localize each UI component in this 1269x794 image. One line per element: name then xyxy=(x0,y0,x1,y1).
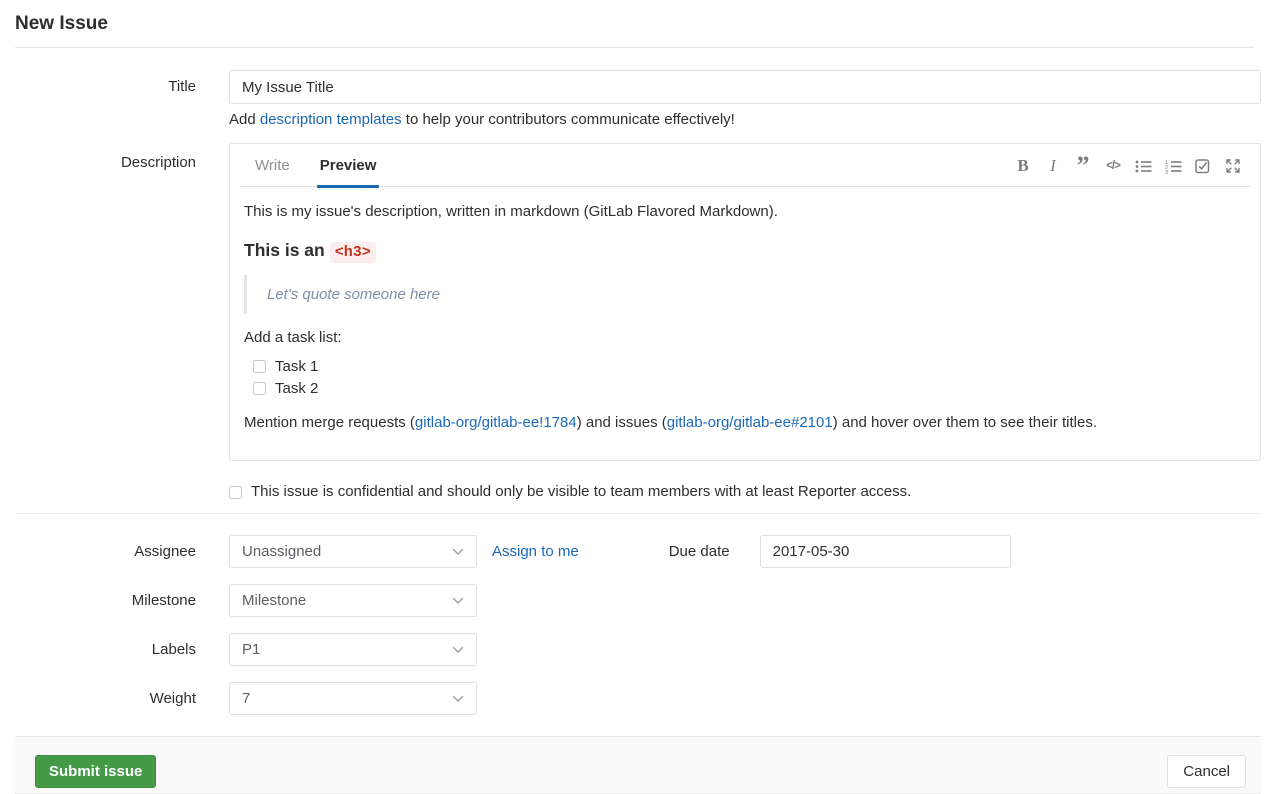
labels-row: Labels P1 xyxy=(15,633,1261,666)
assign-to-me-link[interactable]: Assign to me xyxy=(492,543,579,560)
editor-tabs: Write Preview xyxy=(240,144,391,186)
description-templates-link[interactable]: description templates xyxy=(260,111,402,128)
due-date-input[interactable] xyxy=(760,535,1011,568)
new-issue-form: Title Add description templates to help … xyxy=(15,48,1261,715)
description-row: Description Write Preview B I ” </> xyxy=(15,143,1261,461)
assignee-dropdown-value: Unassigned xyxy=(242,543,321,560)
chevron-down-icon xyxy=(452,646,464,654)
title-input[interactable] xyxy=(229,70,1261,104)
form-actions-footer: Submit issue Cancel xyxy=(15,736,1261,794)
code-icon[interactable]: </> xyxy=(1104,157,1122,175)
preview-blockquote: Let's quote someone here xyxy=(244,275,1246,314)
cancel-button[interactable]: Cancel xyxy=(1167,755,1246,788)
task-item: Task 2 xyxy=(253,378,1246,400)
milestone-row: Milestone Milestone xyxy=(15,584,1261,617)
assignee-dropdown[interactable]: Unassigned xyxy=(229,535,477,568)
task-list-icon[interactable] xyxy=(1194,157,1212,175)
page-title: New Issue xyxy=(15,14,1254,35)
labels-dropdown-value: P1 xyxy=(242,641,260,658)
confidential-row: This issue is confidential and should on… xyxy=(229,483,1261,500)
hint-prefix: Add xyxy=(229,111,260,128)
task1-label: Task 1 xyxy=(275,358,318,375)
tab-preview[interactable]: Preview xyxy=(317,144,380,186)
template-hint: Add description templates to help your c… xyxy=(229,111,1261,128)
labels-label: Labels xyxy=(15,641,196,658)
title-label: Title xyxy=(15,70,196,95)
bold-icon[interactable]: B xyxy=(1014,157,1032,175)
assignee-label: Assignee xyxy=(15,543,196,560)
weight-dropdown[interactable]: 7 xyxy=(229,682,477,715)
milestone-dropdown-value: Milestone xyxy=(242,592,306,609)
merge-request-link[interactable]: gitlab-org/gitlab-ee!1784 xyxy=(415,414,577,431)
section-divider xyxy=(15,513,1261,514)
preview-heading-text: This is an xyxy=(244,240,325,260)
milestone-label: Milestone xyxy=(15,592,196,609)
markdown-header: Write Preview B I ” </> xyxy=(240,144,1250,187)
numbered-list-icon[interactable]: 1 2 3 xyxy=(1164,157,1182,175)
task-list-intro: Add a task list: xyxy=(244,327,1246,349)
chevron-down-icon xyxy=(452,695,464,703)
hint-suffix: to help your contributors communicate ef… xyxy=(402,111,735,128)
mention-post: ) and hover over them to see their title… xyxy=(833,414,1097,431)
due-date-label: Due date xyxy=(669,543,730,560)
task1-checkbox[interactable] xyxy=(253,360,266,373)
markdown-editor: Write Preview B I ” </> xyxy=(229,143,1261,461)
chevron-down-icon xyxy=(452,597,464,605)
bullet-list-icon[interactable] xyxy=(1134,157,1152,175)
weight-dropdown-value: 7 xyxy=(242,690,250,707)
mention-paragraph: Mention merge requests (gitlab-org/gitla… xyxy=(244,412,1246,434)
markdown-preview: This is my issue's description, written … xyxy=(230,187,1260,460)
task-list: Task 1 Task 2 xyxy=(253,356,1246,400)
quote-icon[interactable]: ” xyxy=(1074,157,1092,175)
submit-issue-button[interactable]: Submit issue xyxy=(35,755,156,788)
page: New Issue Title Add description template… xyxy=(0,0,1269,794)
tab-write[interactable]: Write xyxy=(252,144,293,186)
chevron-down-icon xyxy=(452,548,464,556)
mention-mid: ) and issues ( xyxy=(577,414,667,431)
preview-heading: This is an<h3> xyxy=(244,240,1246,261)
task2-label: Task 2 xyxy=(275,380,318,397)
confidential-checkbox[interactable] xyxy=(229,486,242,499)
svg-text:3: 3 xyxy=(1165,170,1168,174)
labels-dropdown[interactable]: P1 xyxy=(229,633,477,666)
weight-label: Weight xyxy=(15,690,196,707)
description-label: Description xyxy=(15,143,196,171)
assignee-row: Assignee Unassigned Assign to me Due dat… xyxy=(15,535,1261,568)
confidential-label: This issue is confidential and should on… xyxy=(251,483,911,500)
page-header: New Issue xyxy=(15,0,1254,48)
task-item: Task 1 xyxy=(253,356,1246,378)
preview-intro: This is my issue's description, written … xyxy=(244,201,1246,223)
weight-row: Weight 7 xyxy=(15,682,1261,715)
issue-link[interactable]: gitlab-org/gitlab-ee#2101 xyxy=(667,414,833,431)
fullscreen-icon[interactable] xyxy=(1224,157,1242,175)
italic-icon[interactable]: I xyxy=(1044,157,1062,175)
task2-checkbox[interactable] xyxy=(253,382,266,395)
preview-heading-code: <h3> xyxy=(330,242,376,263)
title-row: Title xyxy=(15,70,1261,104)
markdown-toolbar: B I ” </> xyxy=(1014,157,1250,186)
mention-pre: Mention merge requests ( xyxy=(244,414,415,431)
milestone-dropdown[interactable]: Milestone xyxy=(229,584,477,617)
